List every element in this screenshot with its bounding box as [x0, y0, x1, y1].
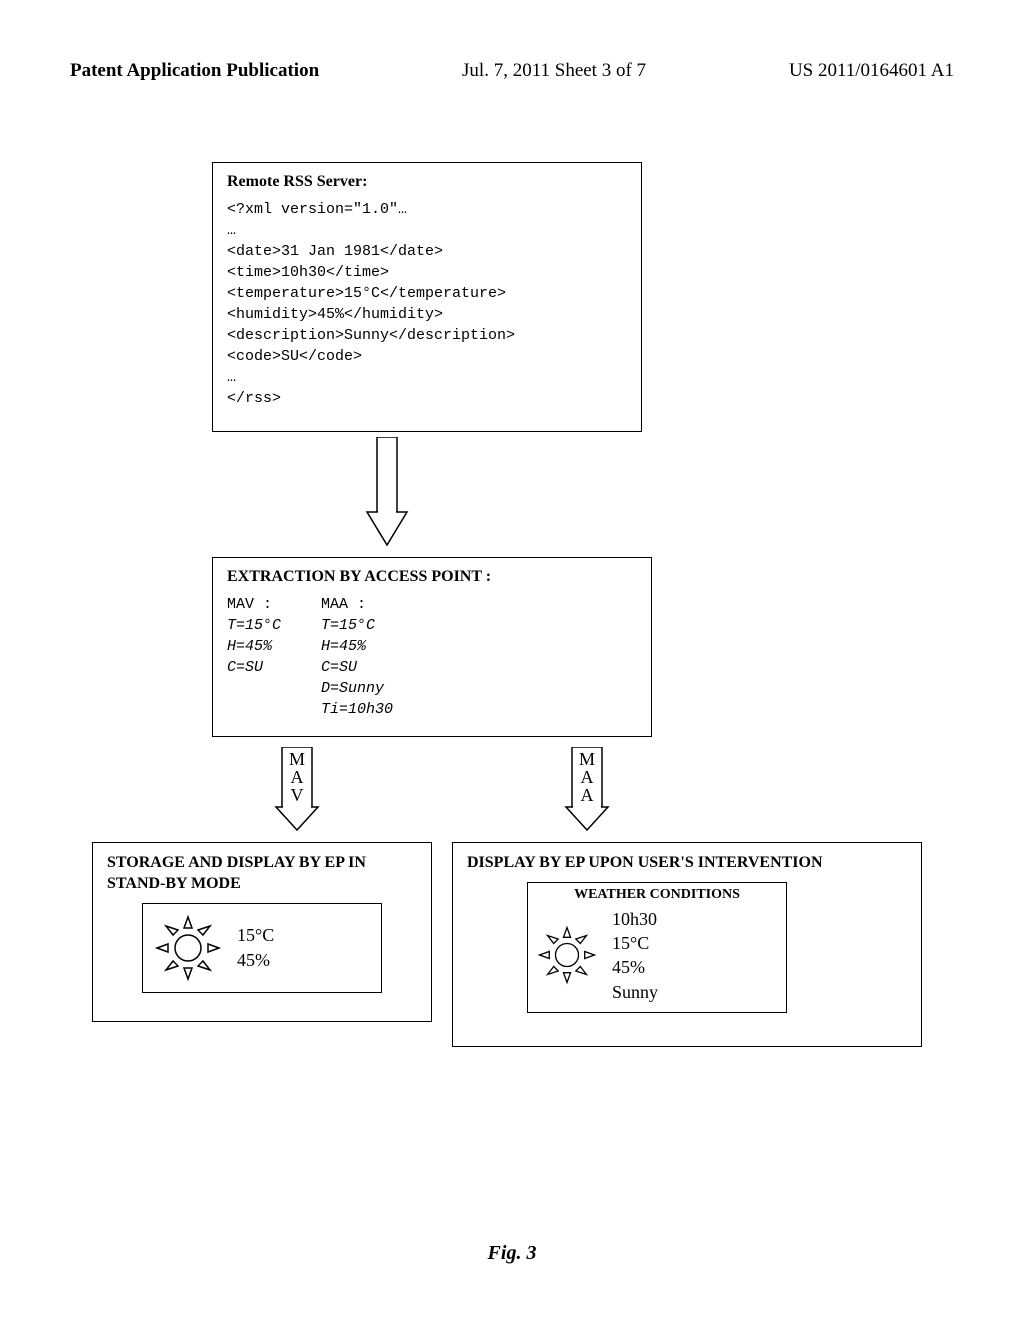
mav-column: MAV : T=15°C H=45% C=SU — [227, 594, 281, 720]
maa-c: C=SU — [321, 659, 357, 676]
mav-h: H=45% — [227, 638, 272, 655]
page: Patent Application Publication Jul. 7, 2… — [0, 0, 1024, 1305]
rss-line: <temperature>15°C</temperature> — [227, 285, 506, 302]
maa-label: MAA : — [321, 596, 366, 613]
svg-text:M: M — [289, 749, 305, 769]
standby-readings: 15°C 45% — [237, 923, 274, 972]
rss-line: <code>SU</code> — [227, 348, 362, 365]
extraction-title: EXTRACTION BY ACCESS POINT : — [227, 568, 637, 586]
standby-hum: 45% — [237, 948, 274, 972]
figure-area: Remote RSS Server: <?xml version="1.0"… … — [92, 162, 932, 1182]
arrow-mav-icon: M A V — [272, 747, 322, 832]
svg-text:V: V — [291, 785, 304, 805]
svg-text:M: M — [579, 749, 595, 769]
maa-d: D=Sunny — [321, 680, 384, 697]
user-readings: 10h30 15°C 45% Sunny — [612, 907, 658, 1004]
maa-column: MAA : T=15°C H=45% C=SU D=Sunny Ti=10h30 — [321, 594, 393, 720]
rss-code: <?xml version="1.0"… … <date>31 Jan 1981… — [227, 199, 627, 409]
user-title: DISPLAY BY EP UPON USER'S INTERVENTION — [467, 853, 907, 874]
weather-conditions-title: WEATHER CONDITIONS — [574, 887, 740, 903]
rss-server-box: Remote RSS Server: <?xml version="1.0"… … — [212, 162, 642, 432]
rss-line: </rss> — [227, 390, 281, 407]
rss-line: <time>10h30</time> — [227, 264, 389, 281]
rss-line: <date>31 Jan 1981</date> — [227, 243, 443, 260]
mav-t: T=15°C — [227, 617, 281, 634]
standby-temp: 15°C — [237, 923, 274, 947]
arrow-down-icon — [362, 437, 412, 547]
maa-h: H=45% — [321, 638, 366, 655]
rss-title: Remote RSS Server: — [227, 173, 627, 191]
extraction-box: EXTRACTION BY ACCESS POINT : MAV : T=15°… — [212, 557, 652, 737]
standby-title: STORAGE AND DISPLAY BY EP IN STAND-BY MO… — [107, 853, 417, 895]
user-intervention-box: DISPLAY BY EP UPON USER'S INTERVENTION W… — [452, 842, 922, 1047]
page-header: Patent Application Publication Jul. 7, 2… — [70, 60, 954, 82]
rss-line: <description>Sunny</description> — [227, 327, 515, 344]
user-desc: Sunny — [612, 980, 658, 1004]
rss-line: <humidity>45%</humidity> — [227, 306, 443, 323]
svg-text:A: A — [581, 785, 594, 805]
figure-caption: Fig. 3 — [70, 1242, 954, 1265]
maa-ti: Ti=10h30 — [321, 701, 393, 718]
mav-c: C=SU — [227, 659, 263, 676]
user-display: WEATHER CONDITIONS — [527, 882, 787, 1013]
svg-text:A: A — [291, 767, 304, 787]
svg-text:A: A — [581, 767, 594, 787]
sun-icon — [536, 924, 598, 986]
maa-t: T=15°C — [321, 617, 375, 634]
arrow-maa-icon: M A A — [562, 747, 612, 832]
user-hum: 45% — [612, 955, 658, 979]
header-center: Jul. 7, 2011 Sheet 3 of 7 — [462, 60, 646, 82]
header-left: Patent Application Publication — [70, 60, 319, 82]
mav-label: MAV : — [227, 596, 272, 613]
rss-line: … — [227, 222, 236, 239]
standby-display: 15°C 45% — [142, 903, 382, 993]
sun-icon — [153, 913, 223, 983]
header-right: US 2011/0164601 A1 — [789, 60, 954, 82]
standby-box: STORAGE AND DISPLAY BY EP IN STAND-BY MO… — [92, 842, 432, 1022]
rss-line: <?xml version="1.0"… — [227, 201, 407, 218]
rss-line: … — [227, 369, 236, 386]
user-time: 10h30 — [612, 907, 658, 931]
user-temp: 15°C — [612, 931, 658, 955]
